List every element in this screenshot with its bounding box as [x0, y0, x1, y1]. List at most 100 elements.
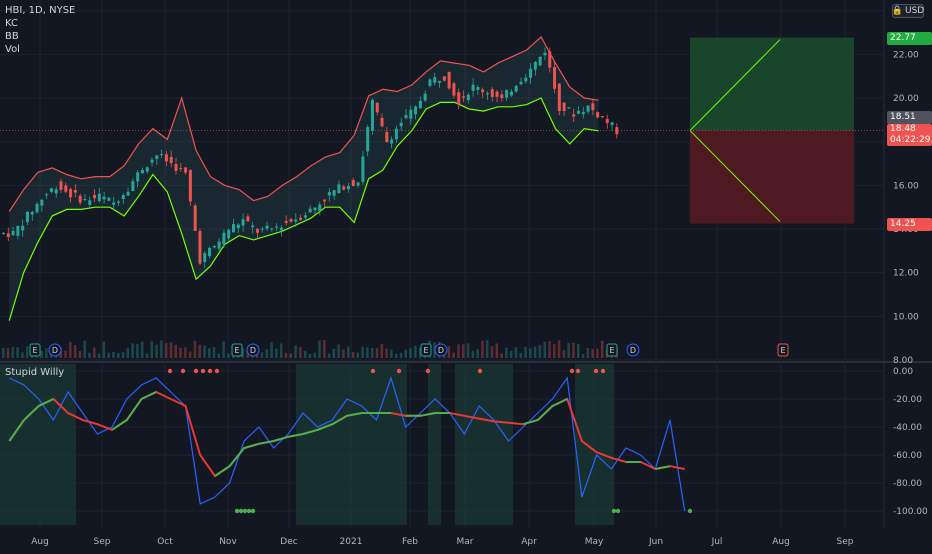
indicator-vol[interactable]: Vol — [5, 43, 75, 56]
volume-bar — [452, 352, 455, 358]
candle-body — [35, 203, 39, 213]
volume-bar — [538, 345, 542, 358]
volume-bar — [596, 348, 599, 358]
candle-body — [193, 205, 197, 231]
volume-bar — [208, 348, 211, 358]
volume-bar — [524, 346, 527, 358]
candle-body — [49, 188, 53, 192]
volume-bar — [409, 348, 412, 358]
volume-bar — [466, 343, 470, 358]
candle-body — [121, 194, 125, 199]
candle-body — [73, 190, 77, 193]
candle-body — [323, 199, 327, 202]
candle-body — [88, 200, 92, 205]
dividend-marker-label: D — [52, 346, 58, 355]
candle-body — [514, 85, 518, 92]
willy-tick-label: -100.00 — [893, 507, 928, 517]
candle-body — [227, 229, 231, 239]
candle-body — [485, 93, 489, 95]
overbought-dot — [167, 368, 173, 374]
candle-body — [505, 90, 509, 98]
chart-svg[interactable]: 8.0010.0012.0014.0016.0018.0020.0022.002… — [0, 0, 932, 550]
willy-tick-label: -40.00 — [893, 423, 922, 433]
volume-bar — [265, 349, 269, 358]
earnings-marker-label: E — [609, 346, 614, 355]
loss-zone — [690, 130, 854, 224]
volume-bar — [394, 353, 398, 358]
indicator-bb[interactable]: BB — [5, 30, 75, 43]
candle-body — [255, 228, 259, 233]
candle-body — [481, 89, 485, 93]
candle-body — [222, 232, 226, 245]
countdown-value: 04:22:29 — [890, 135, 931, 145]
willy-zone — [296, 364, 407, 525]
candle-body — [428, 79, 432, 86]
candle-body — [208, 247, 212, 257]
currency-button[interactable]: 🔒 USD — [892, 4, 924, 18]
volume-bar — [174, 344, 177, 358]
candle-body — [140, 169, 144, 174]
volume-bar — [25, 346, 29, 358]
overbought-dot — [600, 368, 606, 374]
candle-body — [299, 217, 303, 220]
volume-bar — [11, 347, 15, 358]
symbol-line[interactable]: HBI, 1D, NYSE — [5, 4, 75, 17]
lower-pane-legend: Stupid Willy — [5, 366, 64, 379]
oversold-dot — [234, 508, 240, 514]
candle-body — [509, 91, 513, 96]
volume-bar — [519, 353, 522, 358]
volume-bar — [318, 340, 321, 358]
candle-body — [184, 167, 188, 173]
volume-bar — [193, 340, 197, 358]
candle-body — [294, 219, 298, 222]
volume-bar — [184, 347, 187, 358]
willy-zone — [428, 364, 441, 525]
volume-bar — [476, 349, 479, 358]
volume-bar — [164, 342, 168, 358]
candle-body — [600, 116, 604, 118]
volume-bar — [337, 344, 340, 358]
candle-body — [25, 211, 29, 223]
willy-tick-label: 0.00 — [893, 367, 913, 377]
candle-body — [265, 225, 269, 229]
candle-body — [452, 83, 456, 96]
candle-body — [54, 189, 58, 194]
overbought-dot — [569, 368, 575, 374]
candle-body — [160, 154, 164, 156]
candle-body — [409, 109, 413, 119]
candle-body — [524, 77, 528, 82]
overbought-dot — [396, 368, 402, 374]
volume-bar — [505, 347, 508, 358]
candle-body — [313, 207, 317, 211]
volume-bars — [2, 340, 618, 358]
candle-body — [16, 226, 20, 236]
candle-body — [380, 117, 384, 127]
candle-body — [466, 94, 470, 101]
candle-body — [557, 83, 561, 112]
candle-body — [605, 118, 609, 123]
volume-bar — [572, 342, 575, 358]
candle-body — [347, 186, 350, 190]
candle-body — [495, 91, 499, 97]
keltner-bands — [8, 35, 599, 321]
volume-bar — [313, 352, 316, 358]
candle-body — [361, 156, 365, 182]
candle-body — [83, 199, 87, 201]
candle-body — [447, 71, 451, 89]
candle-body — [102, 196, 106, 200]
indicator-kc[interactable]: KC — [5, 17, 75, 30]
candle-body — [394, 128, 398, 140]
candle-body — [155, 155, 159, 159]
candle-body — [442, 76, 446, 81]
overbought-dot — [193, 368, 199, 374]
legend: HBI, 1D, NYSE KC BB Vol — [5, 4, 75, 56]
volume-bar — [112, 351, 115, 358]
volume-bar — [562, 350, 566, 358]
dividend-marker-label: D — [438, 346, 444, 355]
willy-zone — [575, 364, 614, 525]
volume-bar — [457, 344, 460, 358]
event-markers[interactable]: EDEDEDEDE — [29, 343, 789, 357]
lower-pane-title[interactable]: Stupid Willy — [5, 366, 64, 379]
candle-body — [11, 230, 15, 236]
price-tick-label: 20.00 — [893, 94, 919, 104]
